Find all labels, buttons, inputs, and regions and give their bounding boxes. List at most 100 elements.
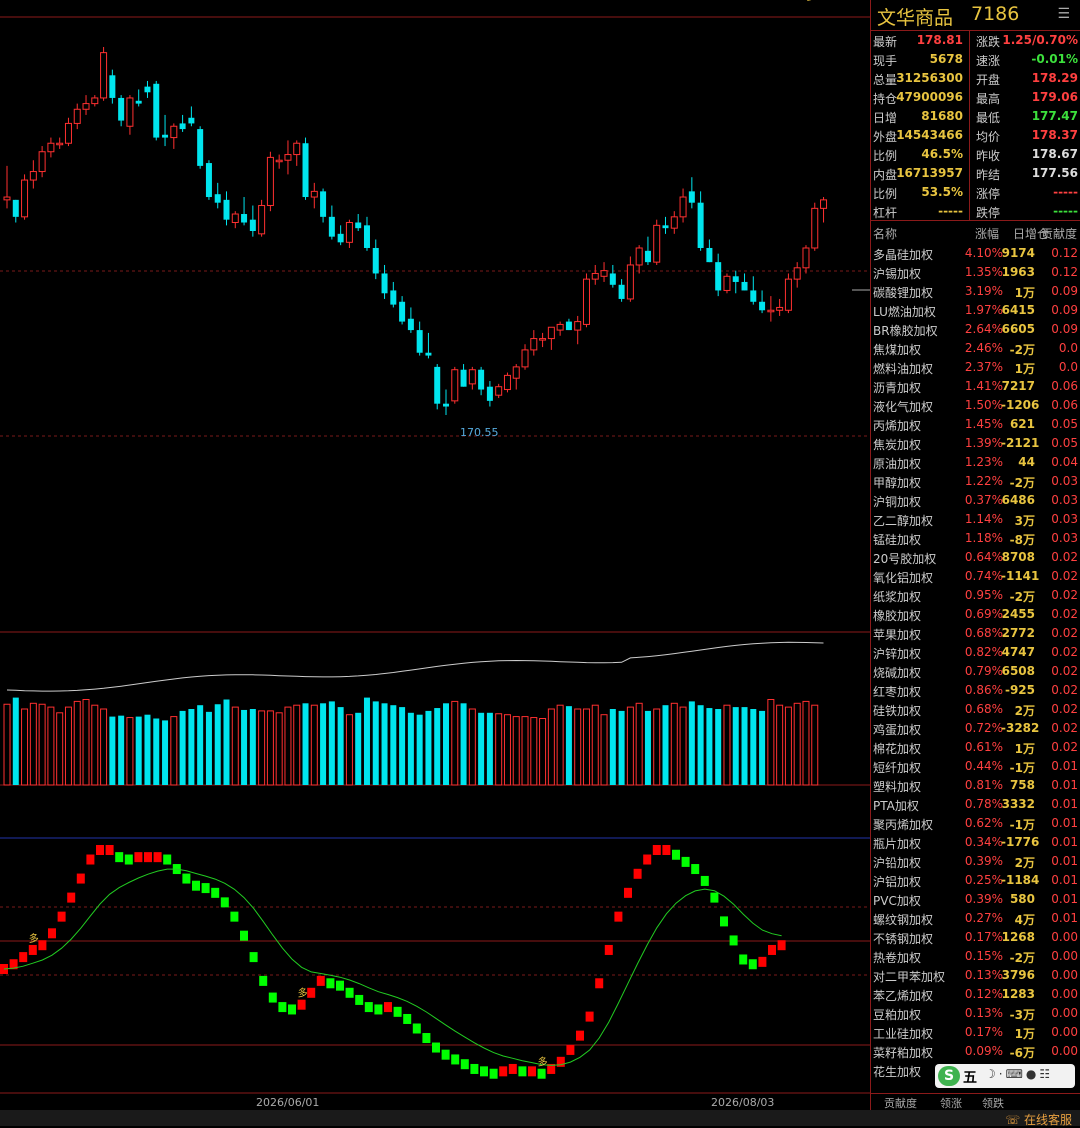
ime-mode[interactable]: 五 <box>963 1067 977 1087</box>
component-row[interactable]: 沪铜加权 0.37% 6486 0.03 <box>871 491 1080 510</box>
chart-area[interactable]: 多多多多 170.55 2026/06/01 2026/08/03 <box>0 0 870 1110</box>
candle-body <box>547 326 555 340</box>
component-row[interactable]: 塑料加权 0.81% 758 0.01 <box>871 776 1080 795</box>
component-row[interactable]: 焦炭加权 1.39% -2121 0.05 <box>871 434 1080 453</box>
component-row[interactable]: 锰硅加权 1.18% -8万 0.03 <box>871 529 1080 548</box>
component-row[interactable]: 苹果加权 0.68% 2772 0.02 <box>871 624 1080 643</box>
quote-label: 跌停 <box>976 206 1001 220</box>
component-row[interactable]: LU燃油加权 1.97% 6415 0.09 <box>871 301 1080 320</box>
component-row[interactable]: 纸浆加权 0.95% -2万 0.02 <box>871 586 1080 605</box>
quote-label: 涨停 <box>976 187 1001 201</box>
component-row[interactable]: 短纤加权 0.44% -1万 0.01 <box>871 757 1080 776</box>
indicator-step <box>19 952 28 963</box>
component-row[interactable]: 20号胶加权 0.64% 8708 0.02 <box>871 548 1080 567</box>
component-row[interactable]: 工业硅加权 0.17% 1万 0.00 <box>871 1023 1080 1042</box>
component-row[interactable]: 鸡蛋加权 0.72% -3282 0.02 <box>871 719 1080 738</box>
indicator-step <box>297 999 306 1010</box>
list-icon[interactable]: ☰ <box>1057 6 1070 22</box>
component-row[interactable]: 不锈钢加权 0.17% 1268 0.00 <box>871 928 1080 947</box>
component-row[interactable]: 多晶硅加权 4.10% 9174 0.12 <box>871 244 1080 263</box>
kline-chart[interactable]: 多多多多 <box>0 0 870 1110</box>
component-row[interactable]: 焦煤加权 2.46% -2万 0.0 <box>871 339 1080 358</box>
component-row[interactable]: 沪铝加权 0.25% -1184 0.01 <box>871 871 1080 890</box>
component-contrib: 0.00 <box>1051 1006 1078 1020</box>
component-row[interactable]: 甲醇加权 1.22% -2万 0.03 <box>871 472 1080 491</box>
ime-toolbar[interactable]: S 五 ☽·⌨●☷ <box>935 1064 1075 1088</box>
component-name: 聚丙烯加权 <box>873 818 934 832</box>
candle-body <box>320 191 327 217</box>
component-row[interactable]: BR橡胶加权 2.64% 6605 0.09 <box>871 320 1080 339</box>
quote-value: 1.25/0.70% <box>1002 33 1078 47</box>
candle-body <box>741 281 748 291</box>
quote-value: ----- <box>1053 185 1078 199</box>
component-contrib: 0.02 <box>1051 702 1078 716</box>
customer-service-link[interactable]: ☏ 在线客服 <box>1005 1111 1072 1128</box>
indicator-step <box>768 944 776 955</box>
component-row[interactable]: 氧化铝加权 0.74% -1141 0.02 <box>871 567 1080 586</box>
component-row[interactable]: 橡胶加权 0.69% 2455 0.02 <box>871 605 1080 624</box>
component-row[interactable]: 沪锡加权 1.35% 1963 0.12 <box>871 263 1080 282</box>
component-row[interactable]: 烧碱加权 0.79% 6508 0.02 <box>871 662 1080 681</box>
indicator-step <box>700 875 709 886</box>
header-name[interactable]: 名称 <box>873 225 897 242</box>
component-row[interactable]: 丙烯加权 1.45% 621 0.05 <box>871 415 1080 434</box>
indicator-step <box>76 873 85 884</box>
component-pct: 1.22% <box>964 474 1003 488</box>
component-row[interactable]: 沪铅加权 0.39% 2万 0.01 <box>871 852 1080 871</box>
component-row[interactable]: 豆粕加权 0.13% -3万 0.00 <box>871 1004 1080 1023</box>
indicator-step <box>710 892 719 903</box>
component-row[interactable]: 硅铁加权 0.68% 2万 0.02 <box>871 700 1080 719</box>
indicator-step <box>643 854 652 865</box>
component-pct: 0.13% <box>964 968 1003 982</box>
component-name: 热卷加权 <box>873 951 922 965</box>
candle-body <box>390 290 397 305</box>
component-oi: 3332 <box>1001 797 1035 811</box>
tab-leaders-down[interactable]: 领跌 <box>982 1095 1004 1111</box>
volume-bar <box>512 716 520 786</box>
candle-body <box>776 306 784 311</box>
indicator-step <box>249 952 258 963</box>
component-pct: 0.62% <box>964 816 1003 830</box>
indicator-step <box>307 987 316 998</box>
tab-leaders-up[interactable]: 领涨 <box>940 1095 962 1111</box>
component-row[interactable]: PTA加权 0.78% 3332 0.01 <box>871 795 1080 814</box>
component-row[interactable]: 苯乙烯加权 0.12% 1283 0.00 <box>871 985 1080 1004</box>
indicator-signal-line <box>3 868 782 1066</box>
volume-bar <box>231 706 239 786</box>
component-row[interactable]: 燃料油加权 2.37% 1万 0.0 <box>871 358 1080 377</box>
component-row[interactable]: 沥青加权 1.41% 7217 0.06 <box>871 377 1080 396</box>
component-row[interactable]: 液化气加权 1.50% -1206 0.06 <box>871 396 1080 415</box>
component-row[interactable]: 对二甲苯加权 0.13% 3796 0.00 <box>871 966 1080 985</box>
component-row[interactable]: 沪锌加权 0.82% 4747 0.02 <box>871 643 1080 662</box>
component-row[interactable]: 碳酸锂加权 3.19% 1万 0.09 <box>871 282 1080 301</box>
volume-bar <box>697 705 704 785</box>
volume-bar <box>153 718 160 785</box>
tab-contribution[interactable]: 贡献度 <box>884 1095 917 1111</box>
volume-bar <box>320 703 327 785</box>
indicator-step <box>220 897 229 908</box>
component-row[interactable]: 菜籽粕加权 0.09% -6万 0.00 <box>871 1042 1080 1061</box>
component-row[interactable]: 原油加权 1.23% 44 0.04 <box>871 453 1080 472</box>
component-row[interactable]: PVC加权 0.39% 580 0.01 <box>871 890 1080 909</box>
ime-icons[interactable]: ☽·⌨●☷ <box>985 1067 1053 1081</box>
component-row[interactable]: 乙二醇加权 1.14% 3万 0.03 <box>871 510 1080 529</box>
component-row[interactable]: 棉花加权 0.61% 1万 0.02 <box>871 738 1080 757</box>
component-row[interactable]: 红枣加权 0.86% -925 0.02 <box>871 681 1080 700</box>
component-name: 20号胶加权 <box>873 552 937 566</box>
header-pct[interactable]: 涨幅 <box>975 225 999 242</box>
candle-body <box>381 273 388 294</box>
component-oi: -3万 <box>1009 1008 1035 1022</box>
component-row[interactable]: 聚丙烯加权 0.62% -1万 0.01 <box>871 814 1080 833</box>
header-contrib[interactable]: 贡献度 <box>1041 225 1077 242</box>
component-row[interactable]: 热卷加权 0.15% -2万 0.00 <box>871 947 1080 966</box>
indicator-step <box>345 987 354 998</box>
ime-logo[interactable]: S <box>938 1066 960 1086</box>
component-pct: 0.74% <box>964 569 1003 583</box>
component-row[interactable]: 螺纹钢加权 0.27% 4万 0.01 <box>871 909 1080 928</box>
candle-body <box>345 222 353 243</box>
component-pct: 2.37% <box>964 360 1003 374</box>
component-row[interactable]: 瓶片加权 0.34% -1776 0.01 <box>871 833 1080 852</box>
x-axis-label-2: 2026/08/03 <box>711 1096 775 1109</box>
component-name: 花生加权 <box>873 1065 922 1079</box>
instrument-title: 文华商品 <box>877 7 954 29</box>
